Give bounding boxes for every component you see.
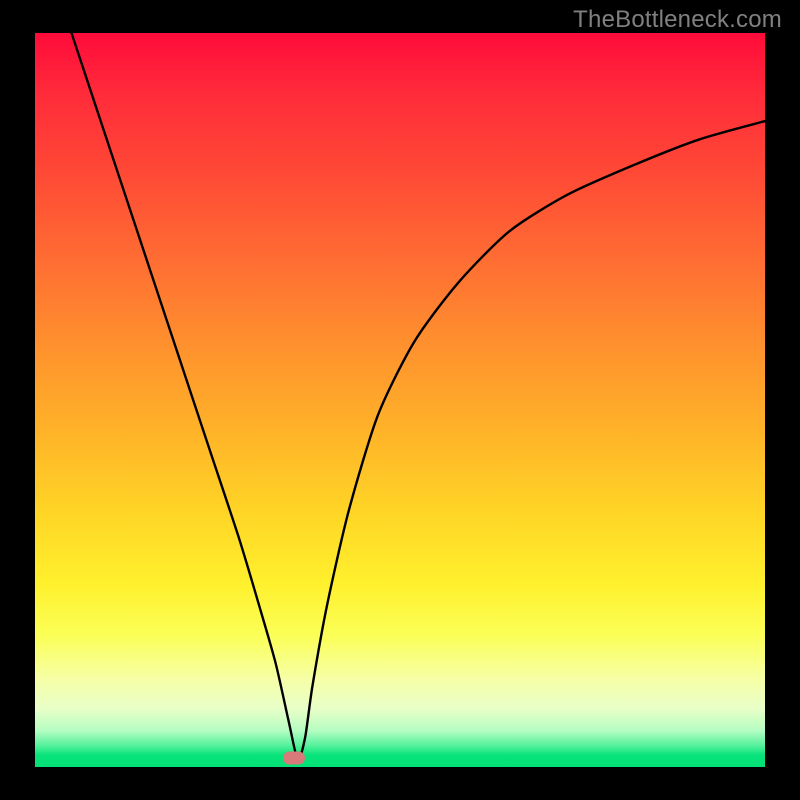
chart-frame: TheBottleneck.com bbox=[0, 0, 800, 800]
minimum-marker bbox=[283, 752, 305, 765]
watermark-text: TheBottleneck.com bbox=[573, 6, 782, 34]
bottleneck-curve-path bbox=[72, 33, 766, 760]
curve-svg bbox=[35, 33, 765, 767]
plot-area bbox=[35, 33, 765, 767]
